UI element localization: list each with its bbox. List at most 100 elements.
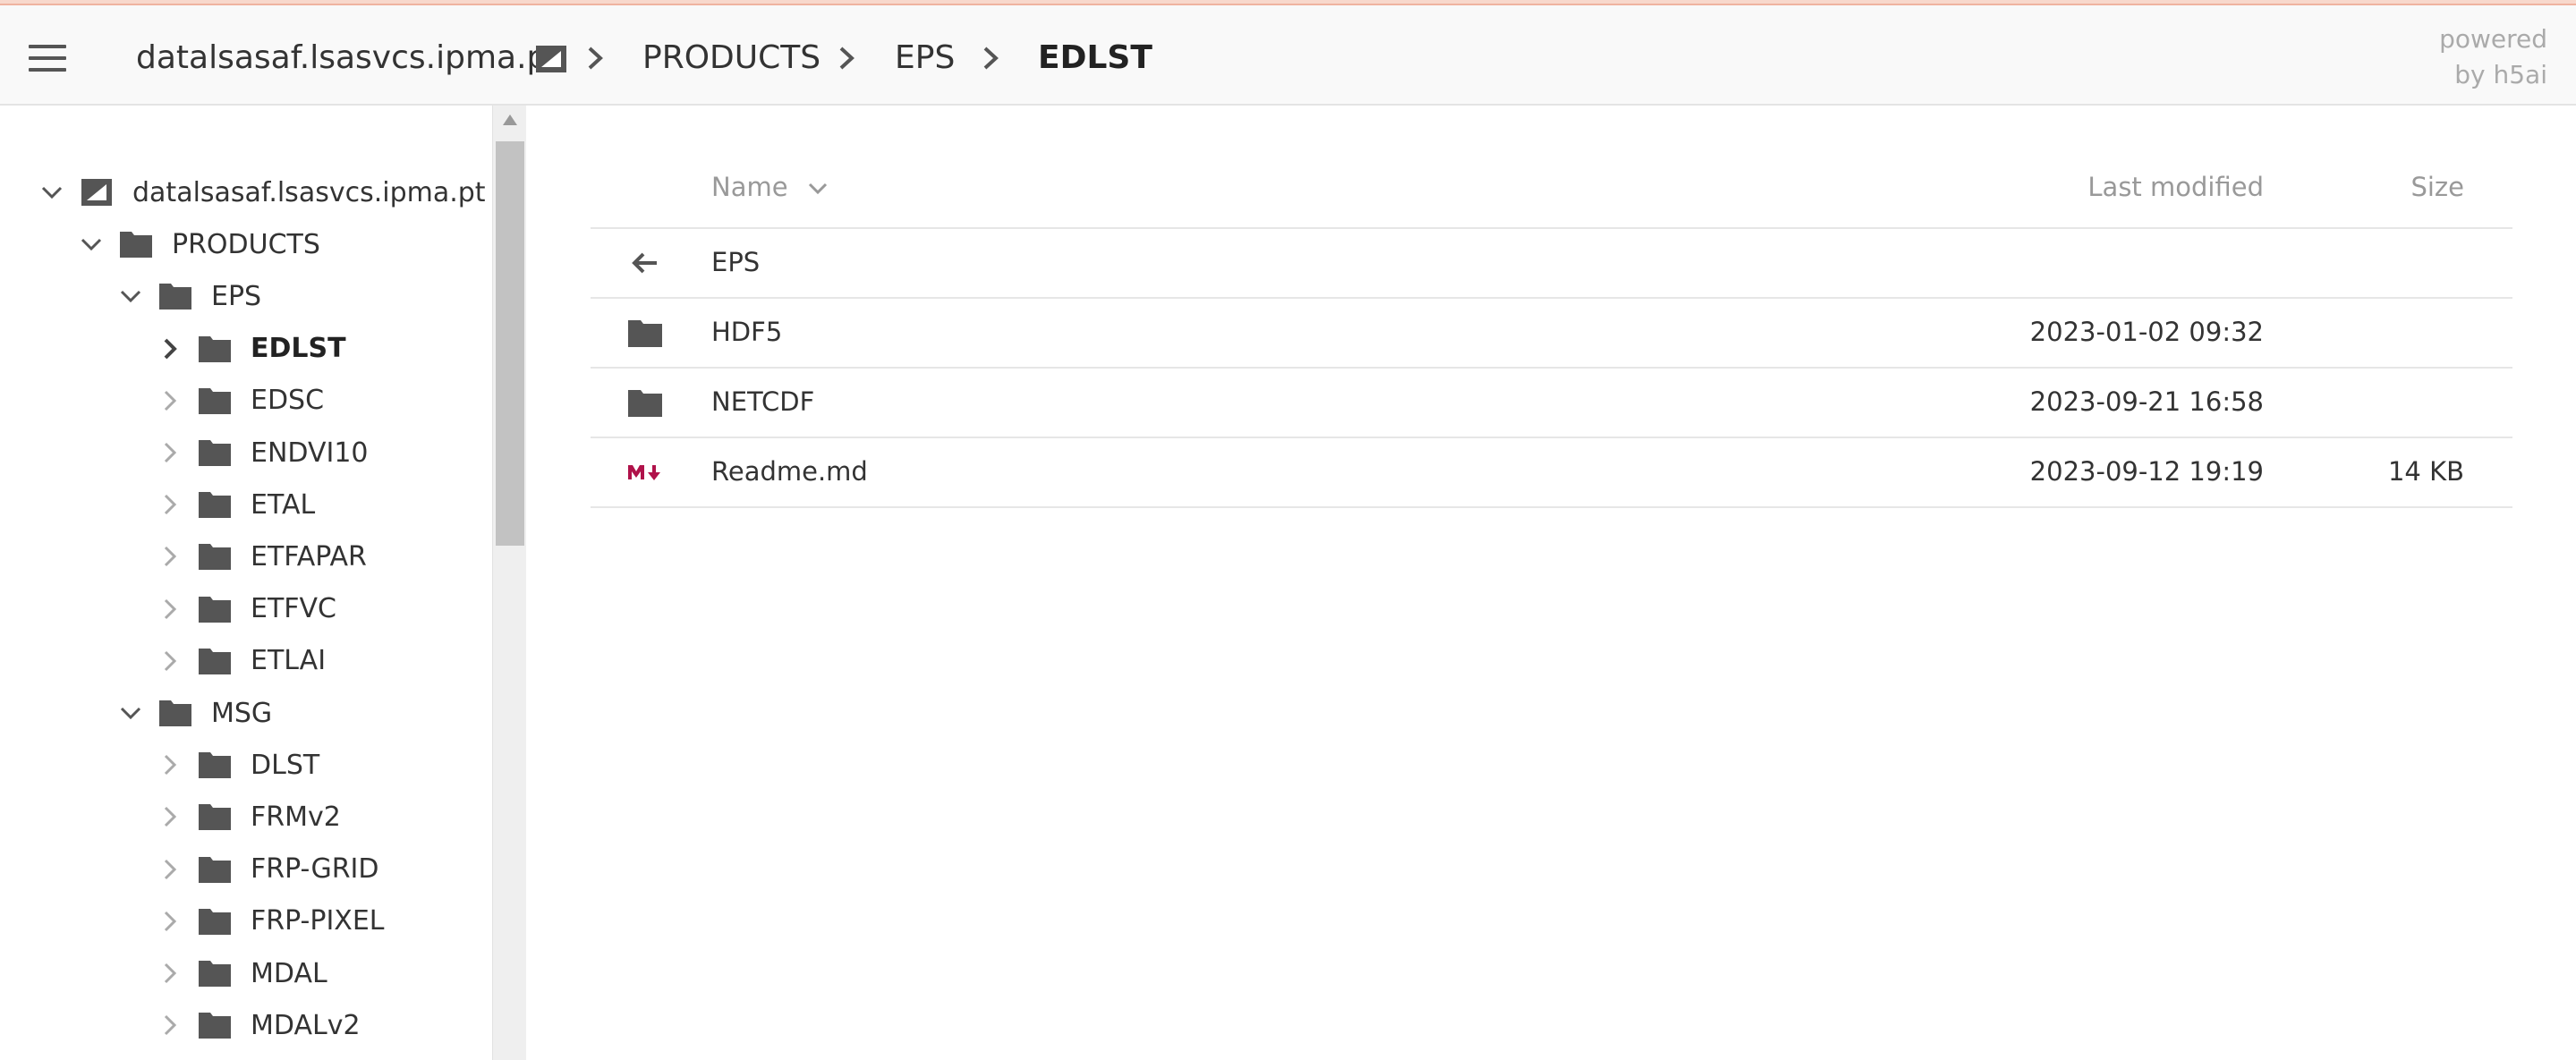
tree-item-label: MDALv2 — [251, 1009, 361, 1041]
markdown-icon — [628, 465, 660, 480]
folder-icon — [199, 596, 231, 623]
tree-item[interactable]: EDLST — [157, 326, 346, 371]
breadcrumb-separator-icon — [983, 47, 999, 70]
listing-header: Name Last modified Size — [591, 148, 2512, 229]
chevron-right-icon[interactable] — [157, 544, 183, 569]
sort-down-chevron-icon — [808, 182, 827, 195]
row-modified: 2023-01-02 09:32 — [2029, 317, 2264, 347]
tree-item[interactable]: FRP-PIXEL — [157, 899, 385, 944]
row-name: NETCDF — [711, 386, 815, 417]
column-modified-header[interactable]: Last modified — [2087, 172, 2264, 202]
chevron-right-icon[interactable] — [157, 1013, 183, 1038]
breadcrumb-separator-icon — [839, 47, 854, 70]
tree-item[interactable]: EPS — [118, 274, 261, 318]
folder-icon — [199, 648, 231, 674]
tree-item-label: EPS — [211, 280, 262, 312]
column-name-header[interactable]: Name — [711, 172, 829, 202]
chevron-right-icon[interactable] — [157, 388, 183, 413]
scroll-thumb[interactable] — [496, 141, 524, 546]
tree-item-label: MSG — [211, 697, 273, 729]
powered-line-1: powered — [2439, 24, 2547, 54]
root-folder-icon — [536, 46, 566, 72]
row-modified: 2023-09-21 16:58 — [2029, 386, 2264, 417]
tree-item-label: EDLST — [251, 333, 346, 365]
breadcrumb-root[interactable]: datalsasaf.lsasvcs.ipma.pt — [136, 34, 559, 82]
tree-item[interactable]: datalsasaf.lsasvcs.ipma.pt — [39, 170, 486, 215]
folder-icon — [199, 908, 231, 935]
tree-item[interactable]: FRP-GRID — [157, 847, 379, 892]
folder-icon — [628, 320, 662, 347]
back-arrow-icon — [632, 252, 657, 274]
row-modified: 2023-09-12 19:19 — [2029, 456, 2264, 487]
tree-item[interactable]: ETFAPAR — [157, 534, 367, 579]
breadcrumb-current[interactable]: EDLST — [1038, 34, 1152, 82]
folder-icon — [199, 856, 231, 883]
folder-icon — [159, 284, 191, 310]
powered-by-link[interactable]: powered by h5ai — [2368, 21, 2547, 93]
tree-item-label: ETFVC — [251, 593, 337, 625]
scroll-up-arrow-icon[interactable] — [503, 114, 517, 125]
chevron-right-icon[interactable] — [157, 649, 183, 674]
tree-item[interactable]: MDALv2 — [157, 1003, 361, 1047]
tree-item-label: ETAL — [251, 488, 316, 521]
folder-icon — [199, 1013, 231, 1039]
chevron-right-icon[interactable] — [157, 597, 183, 622]
folder-icon — [199, 544, 231, 571]
chevron-right-icon[interactable] — [157, 909, 183, 934]
tree-item[interactable]: FRMv2 — [157, 794, 341, 839]
tree-item-label: ENDVI10 — [251, 437, 369, 469]
tree-item[interactable]: PRODUCTS — [79, 222, 320, 267]
parent-folder-row[interactable]: EPS — [591, 229, 2512, 299]
tree-item[interactable]: ENDVI10 — [157, 430, 369, 475]
chevron-down-icon[interactable] — [79, 232, 104, 257]
hamburger-menu-icon[interactable] — [29, 45, 66, 72]
folder-icon — [199, 492, 231, 519]
tree-item[interactable]: MDAL — [157, 951, 327, 996]
chevron-down-icon[interactable] — [39, 180, 64, 205]
row-name: EPS — [711, 247, 761, 277]
top-bar: datalsasaf.lsasvcs.ipma.pt PRODUCTS EPS … — [0, 5, 2576, 106]
chevron-right-icon[interactable] — [157, 492, 183, 517]
sidebar-tree: datalsasaf.lsasvcs.ipma.pt PRODUCTS EPS EDL… — [0, 106, 492, 1060]
powered-line-2: by h5ai — [2454, 60, 2547, 89]
folder-row[interactable]: NETCDF 2023-09-21 16:58 — [591, 369, 2512, 438]
file-row[interactable]: Readme.md 2023-09-12 19:19 14 KB — [591, 438, 2512, 508]
tree-item-label: FRP-PIXEL — [251, 905, 385, 937]
tree-item-label: FRP-GRID — [251, 853, 379, 886]
breadcrumb-separator-icon — [588, 47, 603, 70]
file-listing: Name Last modified Size EPS HDF5 2023-01… — [526, 106, 2576, 1060]
folder-row[interactable]: HDF5 2023-01-02 09:32 — [591, 299, 2512, 369]
column-size-header[interactable]: Size — [2410, 172, 2464, 202]
tree-item[interactable]: ETLAI — [157, 639, 326, 683]
tree-item-label: EDSC — [251, 385, 325, 417]
tree-item-label: ETFAPAR — [251, 540, 367, 572]
tree-item[interactable]: EDSC — [157, 378, 324, 423]
folder-icon — [199, 804, 231, 831]
chevron-right-icon[interactable] — [157, 336, 183, 361]
chevron-right-icon[interactable] — [157, 440, 183, 465]
tree-item[interactable]: ETAL — [157, 482, 315, 527]
tree-item[interactable]: ETFVC — [157, 587, 336, 632]
folder-icon — [199, 961, 231, 987]
chevron-right-icon[interactable] — [157, 804, 183, 829]
breadcrumb-eps[interactable]: EPS — [895, 34, 955, 82]
chevron-down-icon[interactable] — [118, 284, 143, 309]
tree-item[interactable]: MSG — [118, 691, 272, 735]
row-name: Readme.md — [711, 456, 868, 487]
chevron-right-icon[interactable] — [157, 752, 183, 777]
root-folder-icon — [81, 179, 112, 206]
chevron-down-icon[interactable] — [118, 700, 143, 725]
breadcrumb-products[interactable]: PRODUCTS — [642, 34, 820, 82]
folder-icon — [159, 700, 191, 726]
tree-item[interactable]: DLST — [157, 742, 319, 787]
folder-icon — [199, 752, 231, 779]
row-size: 14 KB — [2387, 456, 2464, 487]
folder-icon — [628, 390, 662, 417]
tree-item-label: FRMv2 — [251, 801, 341, 833]
folder-icon — [199, 387, 231, 414]
tree-item-label: DLST — [251, 749, 320, 781]
row-name: HDF5 — [711, 317, 783, 347]
chevron-right-icon[interactable] — [157, 961, 183, 986]
chevron-right-icon[interactable] — [157, 857, 183, 882]
sidebar-scrollbar[interactable] — [492, 106, 526, 1060]
